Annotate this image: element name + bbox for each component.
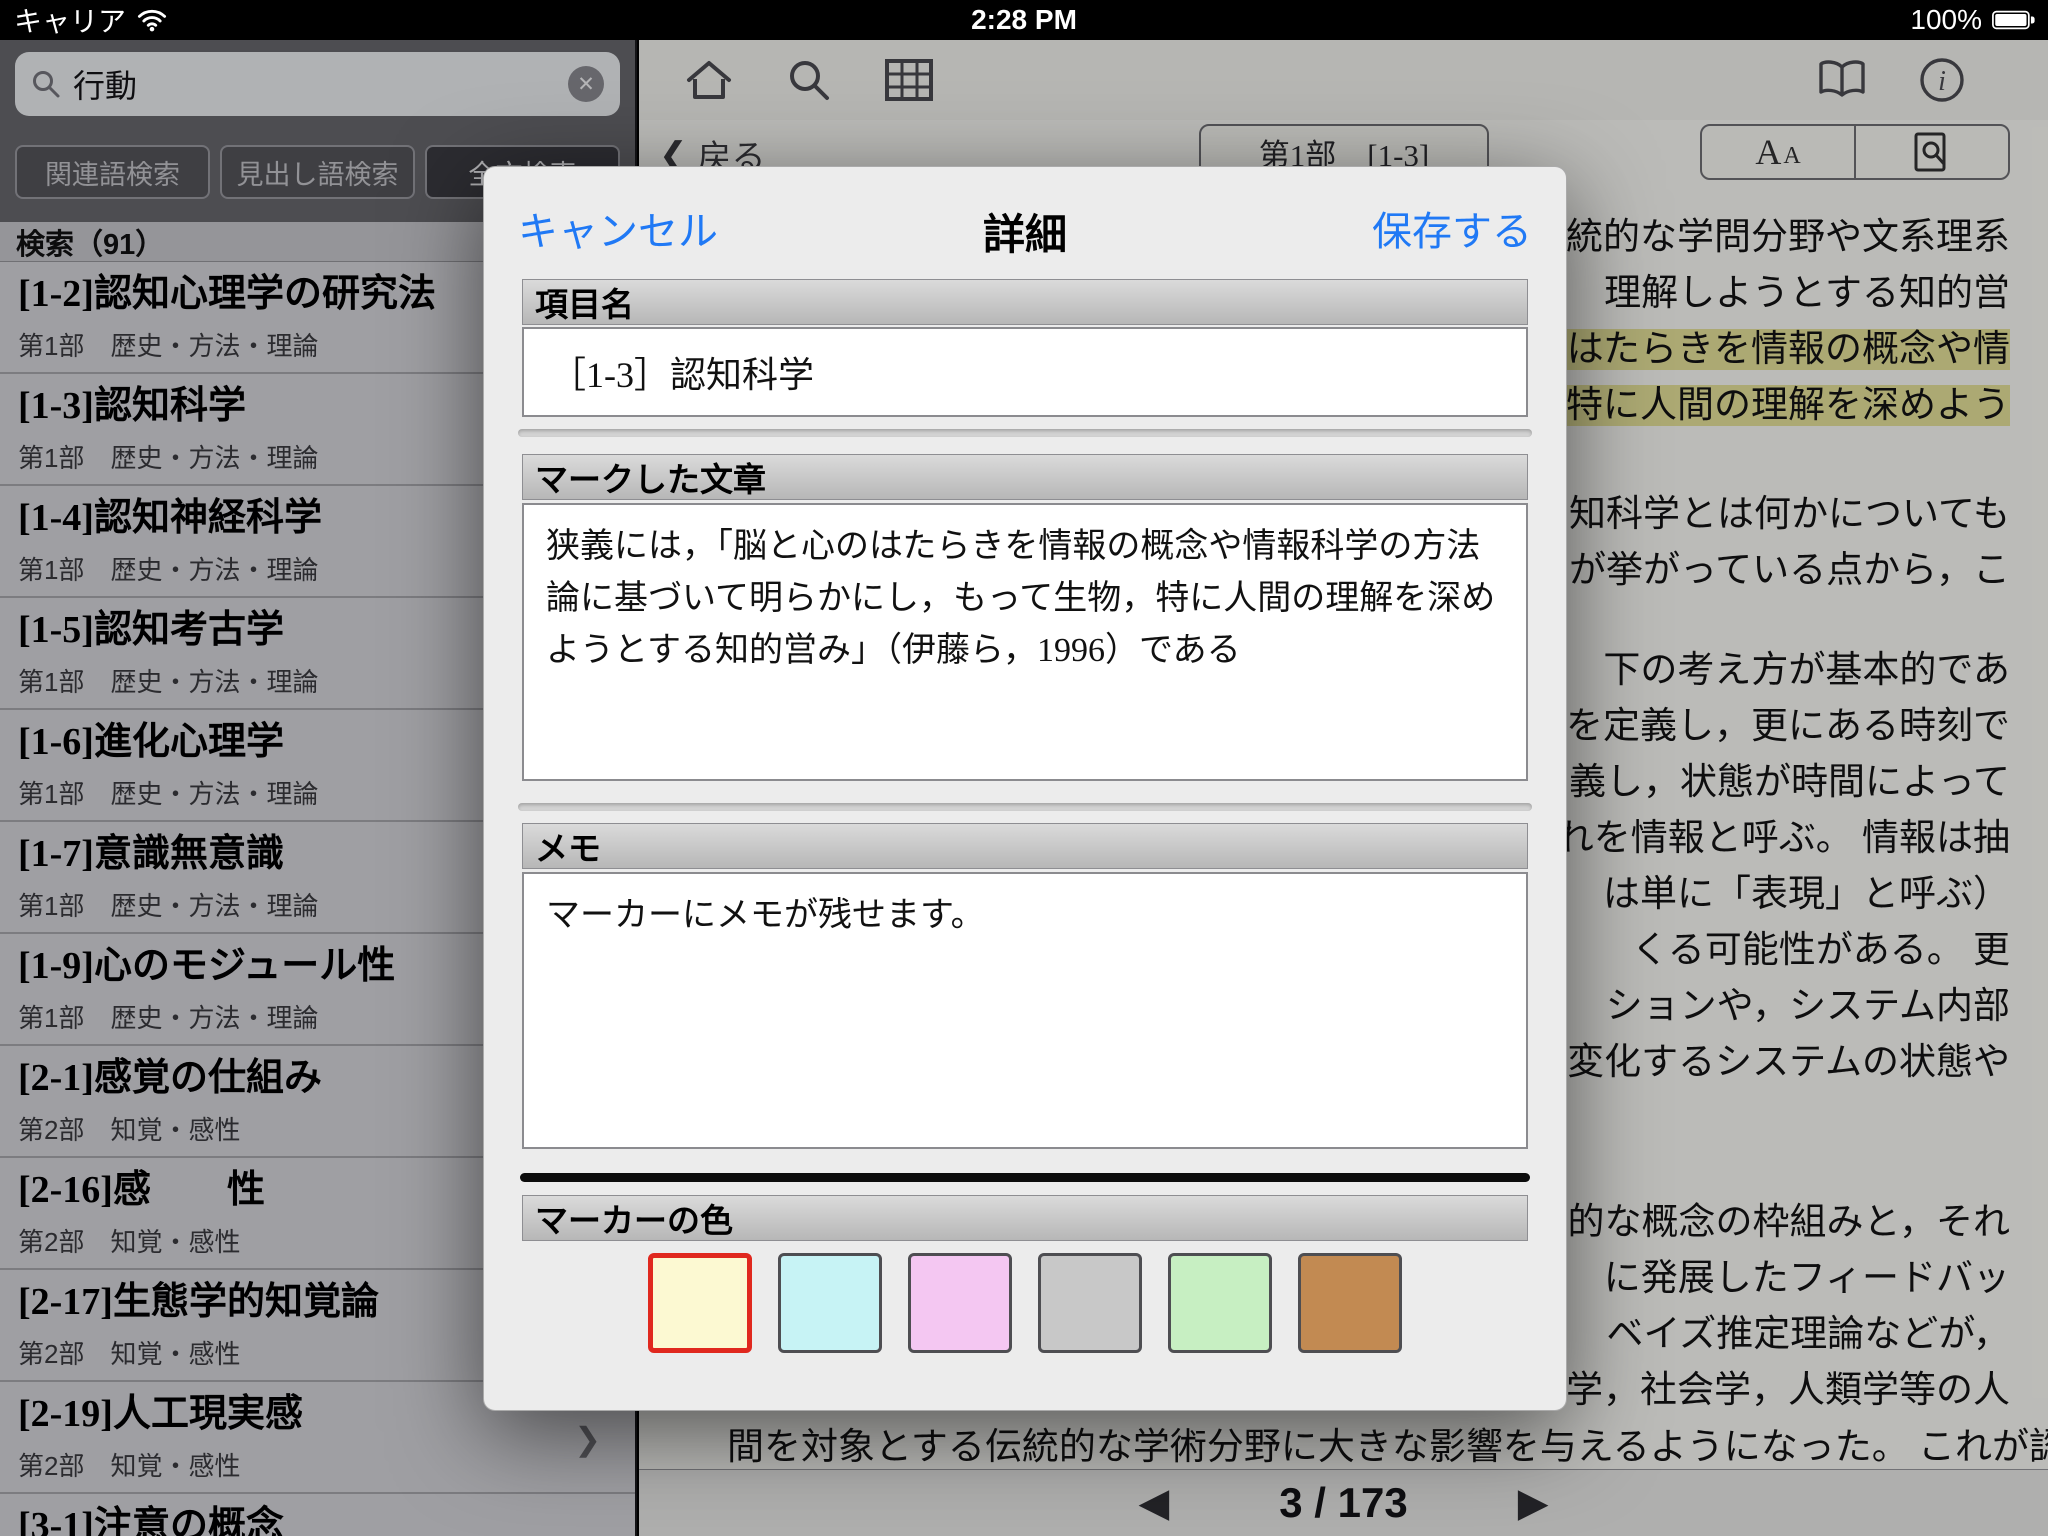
color-swatch-green[interactable] <box>1168 1253 1272 1353</box>
memo-field[interactable]: マーカーにメモが残せます。 <box>522 872 1528 1149</box>
marked-text-section-header: マークした文章 <box>522 454 1528 500</box>
marked-text-display: 狭義には，「脳と心のはたらきを情報の概念や情報科学の方法論に基づいて明らかにし，… <box>522 503 1528 781</box>
section-divider <box>518 429 1532 437</box>
section-rule <box>520 1173 1530 1182</box>
marker-color-swatches <box>484 1253 1566 1353</box>
color-swatch-gray[interactable] <box>1038 1253 1142 1353</box>
section-divider <box>518 803 1532 811</box>
color-swatch-brown[interactable] <box>1298 1253 1402 1353</box>
battery-percent: 100% <box>1910 4 1982 36</box>
battery-icon <box>1992 10 2036 30</box>
status-bar: キャリア 2:28 PM 100% <box>0 0 2048 40</box>
memo-section-header: メモ <box>522 823 1528 869</box>
color-swatch-yellow[interactable] <box>648 1253 752 1353</box>
clock: 2:28 PM <box>0 0 2048 40</box>
save-button[interactable]: 保存する <box>1372 199 1532 257</box>
color-swatch-cyan[interactable] <box>778 1253 882 1353</box>
color-swatch-magenta[interactable] <box>908 1253 1012 1353</box>
item-name-section-header: 項目名 <box>522 279 1528 325</box>
item-name-field[interactable]: ［1-3］認知科学 <box>522 327 1528 417</box>
marker-color-section-header: マーカーの色 <box>522 1195 1528 1241</box>
marker-detail-dialog: キャンセル 詳細 保存する 項目名 ［1-3］認知科学 マークした文章 狭義には… <box>483 166 1567 1411</box>
screen: キャリア 2:28 PM 100% <box>0 0 2048 1536</box>
